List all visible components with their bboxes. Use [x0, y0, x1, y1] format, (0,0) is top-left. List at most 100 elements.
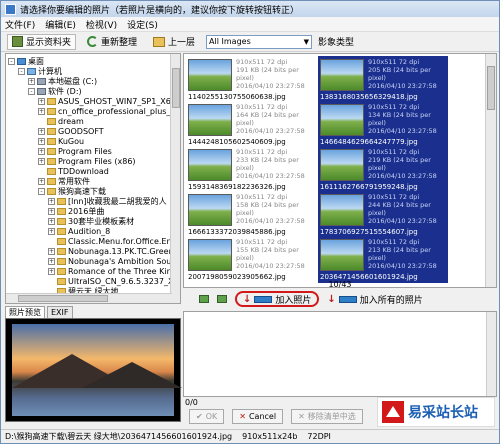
expand-icon[interactable]: +: [38, 97, 45, 105]
scrollbar-thumb[interactable]: [172, 68, 180, 108]
menu-file[interactable]: 文件(F): [5, 18, 35, 31]
reorganize-button[interactable]: 重新整理: [82, 34, 142, 50]
thumbnail-size: 191 KB (24 bits per pixel): [236, 66, 299, 82]
tree-item[interactable]: + Program Files: [38, 146, 112, 156]
menu-view[interactable]: 检视(V): [86, 18, 117, 31]
tree-item[interactable]: + Audition_8: [48, 226, 110, 236]
expand-icon[interactable]: +: [38, 127, 45, 135]
expand-icon[interactable]: +: [38, 137, 45, 145]
preview-image: [12, 324, 182, 416]
thumbnail-grid[interactable]: 910x511 72 dpi 191 KB (24 bits per pixel)…: [183, 53, 497, 288]
thumbnail-item[interactable]: 910x511 72 dpi 213 KB (24 bits per pixel)…: [318, 236, 448, 283]
tab-exif[interactable]: EXIF: [47, 306, 73, 318]
tree-item[interactable]: + Program Files (x86): [38, 156, 136, 166]
film-icon: [254, 295, 273, 303]
folder-icon: [47, 147, 56, 155]
reorganize-label: 重新整理: [101, 38, 138, 48]
image-filter-select[interactable]: All Images ▼: [206, 34, 313, 49]
menu-settings[interactable]: 设定(S): [127, 18, 158, 31]
tree-item[interactable]: + KuGou: [38, 136, 84, 146]
tree-item[interactable]: + Nobunaga's Ambition Souzou: [48, 256, 180, 266]
scrollbar-thumb[interactable]: [18, 295, 108, 302]
expand-icon[interactable]: +: [38, 107, 45, 115]
expand-icon[interactable]: +: [48, 227, 55, 235]
tree-item[interactable]: - 桌面: [8, 56, 44, 66]
tree-item[interactable]: + [lnn]收藏我最二胡我爱的人: [48, 196, 167, 206]
thumbnail-item[interactable]: 910x511 72 dpi 233 KB (24 bits per pixel)…: [186, 146, 316, 193]
collapse-icon[interactable]: -: [38, 187, 45, 195]
tree-vertical-scrollbar[interactable]: [170, 54, 180, 303]
thumbnail-size: 213 KB (24 bits per pixel): [368, 246, 431, 262]
expand-icon[interactable]: +: [48, 207, 55, 215]
thumbnail-meta: 910x511 72 dpi 155 KB (24 bits per pixel)…: [236, 238, 316, 270]
tree-horizontal-scrollbar[interactable]: [6, 293, 172, 303]
thumbnail-image: [318, 147, 366, 183]
tree-item-label: TDDownload: [58, 166, 109, 176]
tree-item[interactable]: - 计算机: [18, 66, 62, 76]
selected-photo-list[interactable]: [183, 311, 497, 397]
arrow-down-icon: ↓: [327, 293, 336, 305]
rotate-right-icon[interactable]: [217, 295, 227, 303]
tree-item[interactable]: + Romance of the Three Kingd: [48, 266, 180, 276]
rotate-left-icon[interactable]: [199, 295, 209, 303]
add-photo-button[interactable]: ↓ 加入照片: [235, 291, 320, 307]
collapse-icon[interactable]: -: [28, 87, 35, 95]
up-one-level-button[interactable]: 上一层: [148, 34, 200, 50]
thumbnail-filename: 1593148369182236326.jpg: [188, 183, 286, 191]
expand-icon[interactable]: +: [38, 157, 45, 165]
expand-icon[interactable]: +: [48, 197, 55, 205]
expand-icon[interactable]: +: [38, 177, 45, 185]
expand-icon[interactable]: +: [48, 247, 55, 255]
folder-tree[interactable]: - 桌面 - 计算机 + 本地磁盘 (C:) - 软件 (D:) + ASUS_GHOST_WIN…: [5, 53, 181, 304]
collapse-icon[interactable]: -: [8, 57, 15, 65]
tree-item[interactable]: +2016单曲: [48, 206, 104, 216]
tree-item-label: UltraISO_CN_9.6.5.3237_X&: [68, 276, 180, 286]
cancel-button[interactable]: ✕ Cancel: [232, 409, 284, 424]
expand-icon[interactable]: +: [28, 77, 35, 85]
thumbnail-item[interactable]: 910x511 72 dpi 191 KB (24 bits per pixel)…: [186, 56, 316, 103]
thumbnail-item[interactable]: 910x511 72 dpi 134 KB (24 bits per pixel)…: [318, 101, 448, 148]
tree-item[interactable]: + 本地磁盘 (C:): [28, 76, 97, 86]
show-folders-button[interactable]: 显示资料夹: [7, 33, 77, 50]
add-all-photos-button[interactable]: ↓ 加入所有的照片: [327, 293, 422, 306]
thumbnail-size: 134 KB (24 bits per pixel): [368, 111, 431, 127]
thumbnail-size: 164 KB (24 bits per pixel): [236, 111, 299, 127]
tree-item[interactable]: + cn_office_professional_plus_2013: [38, 106, 180, 116]
tree-item[interactable]: TDDownload: [38, 166, 109, 176]
expand-icon[interactable]: +: [48, 217, 55, 225]
tree-item[interactable]: UltraISO_CN_9.6.5.3237_X&: [48, 276, 180, 286]
tree-item[interactable]: - 猴狗高速下载: [38, 186, 106, 196]
image-counter: 10/43: [328, 280, 352, 289]
tree-item[interactable]: + Nobunaga.13.PK.TC.Green.E: [48, 246, 180, 256]
thumbnail-dims: 910x511 72 dpi: [368, 238, 420, 246]
thumbnail-item[interactable]: 910x511 72 dpi 155 KB (24 bits per pixel)…: [186, 236, 316, 283]
thumbnail-item[interactable]: 910x511 72 dpi 244 KB (24 bits per pixel)…: [318, 191, 448, 238]
tree-item[interactable]: + ASUS_GHOST_WIN7_SP1_X64_: [38, 96, 180, 106]
tree-item[interactable]: - 软件 (D:): [28, 86, 82, 96]
tree-item-label: ASUS_GHOST_WIN7_SP1_X64_: [58, 96, 180, 106]
thumbnail-scrollbar[interactable]: [485, 54, 496, 287]
list-counter: 0/0: [185, 398, 198, 407]
ok-button[interactable]: ✔ OK: [189, 409, 225, 424]
expand-icon[interactable]: +: [38, 147, 45, 155]
app-icon: [5, 3, 16, 15]
list-scrollbar[interactable]: [486, 312, 496, 396]
expand-icon[interactable]: +: [48, 257, 55, 265]
expand-icon[interactable]: +: [48, 267, 55, 275]
menu-edit[interactable]: 编辑(E): [45, 18, 76, 31]
tree-item[interactable]: +30套毕业模板素材: [48, 216, 134, 226]
thumbnail-item[interactable]: 910x511 72 dpi 164 KB (24 bits per pixel)…: [186, 101, 316, 148]
thumbnail-item[interactable]: 910x511 72 dpi 205 KB (24 bits per pixel)…: [318, 56, 448, 103]
thumbnail-item[interactable]: 910x511 72 dpi 219 KB (24 bits per pixel)…: [318, 146, 448, 193]
thumbnail-image: [318, 102, 366, 138]
collapse-icon[interactable]: -: [18, 67, 25, 75]
tree-item[interactable]: Classic.Menu.for.Office.Enterp: [48, 236, 180, 246]
tree-item[interactable]: + GOODSOFT: [38, 126, 104, 136]
tree-item[interactable]: dream: [38, 116, 84, 126]
scrollbar-thumb[interactable]: [487, 66, 495, 110]
tree-item[interactable]: + 常用软件: [38, 176, 90, 186]
thumbnail-item[interactable]: 910x511 72 dpi 158 KB (24 bits per pixel)…: [186, 191, 316, 238]
chevron-down-icon: ▼: [303, 37, 310, 46]
remove-button[interactable]: ✕ 移除清单中选: [291, 409, 363, 424]
tab-photo-preview[interactable]: 照片预览: [5, 306, 45, 318]
